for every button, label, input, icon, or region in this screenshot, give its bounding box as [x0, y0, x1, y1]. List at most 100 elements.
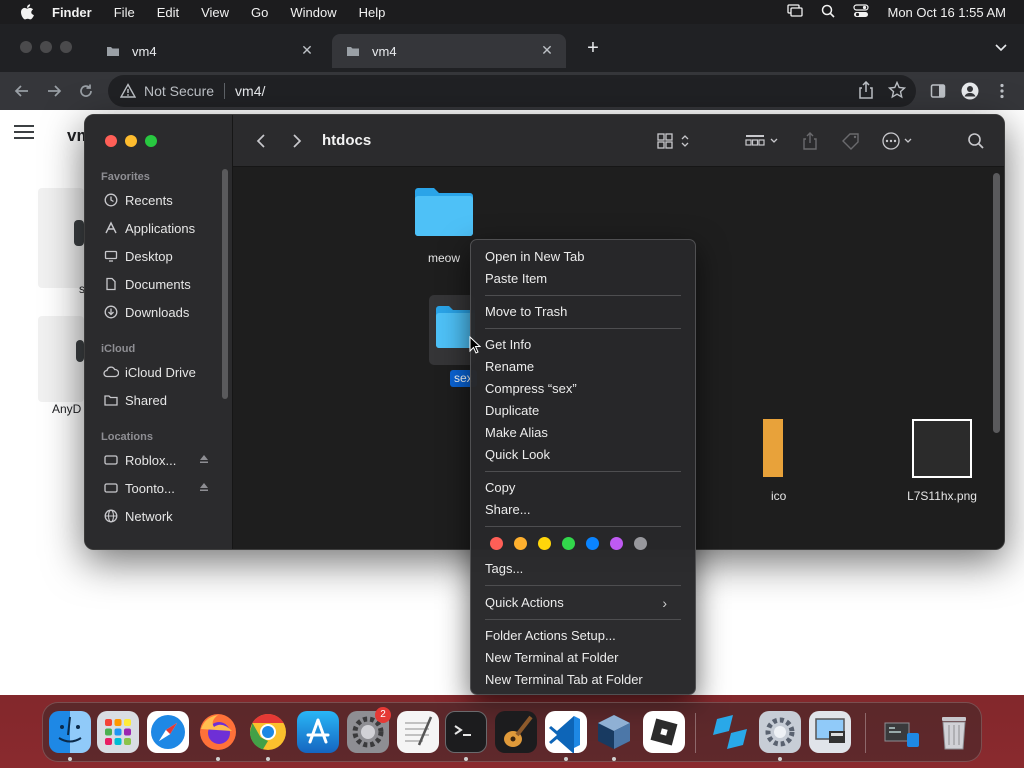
menu-get-info[interactable]: Get Info	[485, 334, 681, 356]
eject-icon[interactable]	[199, 454, 209, 464]
finder-forward-chevron-icon[interactable]	[289, 131, 305, 151]
menu-window[interactable]: Window	[290, 5, 336, 20]
dock-finder-icon[interactable]	[49, 711, 91, 753]
ico-file-thumbnail[interactable]	[763, 419, 783, 477]
dock-roblox-studio-icon[interactable]	[709, 711, 751, 753]
dock-launchpad-icon[interactable]	[97, 711, 139, 753]
sidebar-item-recents[interactable]: Recents	[95, 187, 221, 213]
warning-triangle-icon[interactable]	[120, 83, 136, 99]
menu-quick-actions[interactable]: Quick Actions ›	[485, 592, 681, 614]
tag-color-dot[interactable]	[514, 537, 527, 550]
not-secure-label[interactable]: Not Secure	[144, 83, 214, 99]
eject-icon[interactable]	[199, 482, 209, 492]
png-file-label[interactable]: L7S11hx.png	[883, 489, 1001, 503]
back-arrow-icon[interactable]	[12, 81, 32, 101]
finder-back-chevron-icon[interactable]	[253, 131, 269, 151]
forward-arrow-icon[interactable]	[44, 81, 64, 101]
screen-mirroring-icon[interactable]	[787, 3, 804, 21]
menu-duplicate[interactable]: Duplicate	[485, 400, 681, 422]
ico-file-label[interactable]: ico	[771, 489, 801, 503]
dock-downloads-stack-icon[interactable]	[881, 711, 923, 753]
png-file-thumbnail[interactable]	[912, 419, 972, 478]
sidebar-item-shared[interactable]: Shared	[95, 387, 221, 413]
apple-menu-icon[interactable]	[16, 0, 38, 24]
dock-safari-icon[interactable]	[147, 711, 189, 753]
sidebar-scrollbar[interactable]	[222, 169, 228, 399]
menu-file[interactable]: File	[114, 5, 135, 20]
menu-paste-item[interactable]: Paste Item	[485, 268, 681, 290]
sidebar-item-downloads[interactable]: Downloads	[95, 299, 221, 325]
menu-folder-actions-setup[interactable]: Folder Actions Setup...	[485, 625, 681, 647]
bookmark-star-icon[interactable]	[887, 80, 907, 102]
dock-vscode-icon[interactable]	[545, 711, 587, 754]
side-panel-icon[interactable]	[928, 81, 948, 101]
tab-2-close-icon[interactable]: ✕	[540, 43, 554, 57]
menu-view[interactable]: View	[201, 5, 229, 20]
dock-virtualbox-icon[interactable]	[593, 711, 635, 753]
browser-tab-2[interactable]: vm4 ✕	[332, 34, 566, 68]
menu-share[interactable]: Share...	[485, 499, 681, 521]
dock-utility-gear-icon[interactable]	[759, 711, 801, 753]
dock-garageband-icon[interactable]	[495, 711, 537, 753]
folder-meow-icon[interactable]	[414, 185, 474, 237]
menubar-clock[interactable]: Mon Oct 16 1:55 AM	[887, 5, 1006, 20]
tag-color-dot[interactable]	[490, 537, 503, 550]
icon-view-toggle-icon[interactable]	[657, 131, 693, 151]
dock-app-store-icon[interactable]	[297, 711, 339, 753]
dock-trash-icon[interactable]	[933, 711, 975, 753]
dock-system-settings-icon[interactable]: 2	[347, 707, 391, 753]
menu-rename[interactable]: Rename	[485, 356, 681, 378]
finder-vertical-scrollbar[interactable]	[993, 173, 1000, 433]
window-close-button[interactable]	[20, 41, 32, 53]
tab-search-chevron-icon[interactable]	[994, 40, 1008, 54]
window-zoom-button[interactable]	[60, 41, 72, 53]
spotlight-search-icon[interactable]	[821, 4, 836, 21]
sidebar-item-network[interactable]: Network	[95, 503, 221, 529]
tag-color-dot[interactable]	[538, 537, 551, 550]
menu-edit[interactable]: Edit	[157, 5, 179, 20]
tag-color-dot[interactable]	[562, 537, 575, 550]
dock-textedit-icon[interactable]	[397, 711, 439, 753]
menu-compress[interactable]: Compress “sex”	[485, 378, 681, 400]
menu-make-alias[interactable]: Make Alias	[485, 422, 681, 444]
menu-go[interactable]: Go	[251, 5, 268, 20]
menu-new-terminal-at-folder[interactable]: New Terminal at Folder	[485, 647, 681, 669]
finder-search-icon[interactable]	[967, 131, 985, 151]
tag-icon[interactable]	[841, 131, 861, 151]
hamburger-menu-icon[interactable]	[14, 124, 34, 140]
sidebar-item-roblox-volume[interactable]: Roblox...	[95, 447, 221, 473]
dock-chrome-icon[interactable]	[247, 711, 289, 753]
menu-open-in-new-tab[interactable]: Open in New Tab	[485, 246, 681, 268]
address-bar[interactable]: Not Secure vm4/	[108, 75, 916, 107]
profile-avatar-icon[interactable]	[960, 81, 980, 101]
control-center-icon[interactable]	[853, 3, 870, 21]
group-by-icon[interactable]	[745, 131, 781, 151]
finder-zoom-button[interactable]	[145, 135, 157, 147]
sidebar-item-icloud-drive[interactable]: iCloud Drive	[95, 359, 221, 385]
action-ellipsis-icon[interactable]	[881, 131, 917, 151]
finder-minimize-button[interactable]	[125, 135, 137, 147]
menu-tags[interactable]: Tags...	[485, 558, 681, 580]
dock-roblox-icon[interactable]	[643, 711, 685, 753]
menu-quick-look[interactable]: Quick Look	[485, 444, 681, 466]
finder-share-icon[interactable]	[801, 131, 819, 151]
finder-close-button[interactable]	[105, 135, 117, 147]
dock-firefox-icon[interactable]	[197, 711, 239, 753]
tag-color-dot[interactable]	[634, 537, 647, 550]
menu-move-to-trash[interactable]: Move to Trash	[485, 301, 681, 323]
sidebar-item-applications[interactable]: Applications	[95, 215, 221, 241]
menu-app-finder[interactable]: Finder	[52, 5, 92, 20]
dock-preview-icon[interactable]	[809, 711, 851, 753]
new-tab-button[interactable]: +	[584, 38, 602, 58]
tab-1-close-icon[interactable]: ✕	[300, 43, 314, 57]
share-icon[interactable]	[858, 80, 874, 102]
sidebar-item-desktop[interactable]: Desktop	[95, 243, 221, 269]
tag-color-dot[interactable]	[610, 537, 623, 550]
window-minimize-button[interactable]	[40, 41, 52, 53]
dock-terminal-icon[interactable]	[445, 711, 487, 753]
sidebar-item-toonto-volume[interactable]: Toonto...	[95, 475, 221, 501]
tag-color-dot[interactable]	[586, 537, 599, 550]
sidebar-item-documents[interactable]: Documents	[95, 271, 221, 297]
url-text[interactable]: vm4/	[235, 83, 265, 99]
reload-icon[interactable]	[76, 81, 96, 101]
